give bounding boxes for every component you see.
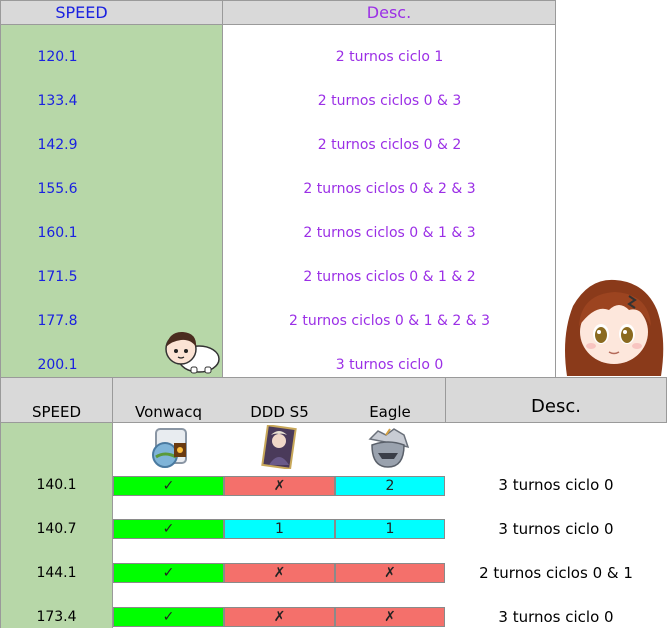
- table-row-desc: 2 turnos ciclos 0 & 1: [479, 564, 633, 582]
- table-row-desc: 3 turnos ciclo 0: [498, 520, 614, 538]
- eagle-cell: 1: [335, 519, 445, 539]
- table-row-speed: 140.7: [36, 521, 77, 537]
- bottom-header-desc: Desc.: [445, 378, 667, 423]
- table-row-desc: 2 turnos ciclo 1: [335, 49, 444, 65]
- chibi-sticker-icon: [165, 331, 220, 374]
- table-row-desc: 3 turnos ciclo 0: [335, 357, 444, 373]
- vonwacq-cell: ✓: [113, 476, 224, 496]
- eagle-cell: ✗: [335, 607, 445, 627]
- bottom-header-row: SPEED Vonwacq DDD S5 Eagle Desc.: [0, 377, 667, 423]
- top-header-speed-label: SPEED: [55, 3, 108, 22]
- vonwacq-cell: ✓: [113, 607, 224, 627]
- top-desc-column: 2 turnos ciclo 1 2 turnos ciclos 0 & 3 2…: [223, 25, 556, 377]
- ddd-cell: ✗: [224, 607, 335, 627]
- bottom-header-speed: SPEED: [0, 378, 113, 423]
- table-row-desc: 2 turnos ciclos 0 & 1 & 2 & 3: [289, 313, 490, 329]
- table-row-speed: 173.4: [36, 609, 77, 625]
- table-row-speed: 144.1: [36, 565, 77, 581]
- top-speed-column: 120.1 133.4 142.9 155.6 160.1 171.5 177.…: [0, 25, 223, 377]
- table-row-desc: 2 turnos ciclos 0 & 1 & 3: [303, 225, 476, 241]
- ddd-cell: 1: [224, 519, 335, 539]
- table-row-desc: 2 turnos ciclos 0 & 1 & 2: [303, 269, 476, 285]
- vonwacq-cell: ✓: [113, 519, 224, 539]
- top-header-desc: Desc.: [223, 0, 556, 25]
- table-row-desc: 3 turnos ciclo 0: [498, 608, 614, 626]
- table-row-desc: 2 turnos ciclos 0 & 3: [317, 93, 462, 109]
- table-row-speed: 120.1: [37, 49, 78, 65]
- bottom-header-eagle: Eagle: [369, 403, 411, 421]
- bottom-header-ddd: DDD S5: [250, 403, 309, 421]
- table-row-speed: 160.1: [37, 225, 78, 241]
- table-row-desc: 2 turnos ciclos 0 & 2: [317, 137, 462, 153]
- table-row-speed: 171.5: [37, 269, 78, 285]
- anime-girl-avatar-icon: [565, 279, 664, 376]
- bottom-header-vonwacq: Vonwacq: [134, 403, 202, 421]
- ddd-cell: ✗: [224, 563, 335, 583]
- eagle-cell: ✗: [335, 563, 445, 583]
- table-row-desc: 3 turnos ciclo 0: [498, 476, 614, 494]
- top-header-desc-label: Desc.: [366, 3, 412, 22]
- table-row-desc: 2 turnos ciclos 0 & 2 & 3: [303, 181, 476, 197]
- vonwacq-cell: ✓: [113, 563, 224, 583]
- top-header-speed: SPEED: [0, 0, 223, 25]
- table-row-speed: 133.4: [37, 93, 78, 109]
- table-row-speed: 142.9: [37, 137, 78, 153]
- ddd-card-icon: [261, 425, 297, 469]
- eagle-helmet-icon: [368, 428, 410, 468]
- table-row-speed: 155.6: [37, 181, 78, 197]
- table-row-speed: 140.1: [36, 477, 77, 493]
- vonwacq-relic-icon: [152, 428, 187, 468]
- eagle-cell: 2: [335, 476, 445, 496]
- ddd-cell: ✗: [224, 476, 335, 496]
